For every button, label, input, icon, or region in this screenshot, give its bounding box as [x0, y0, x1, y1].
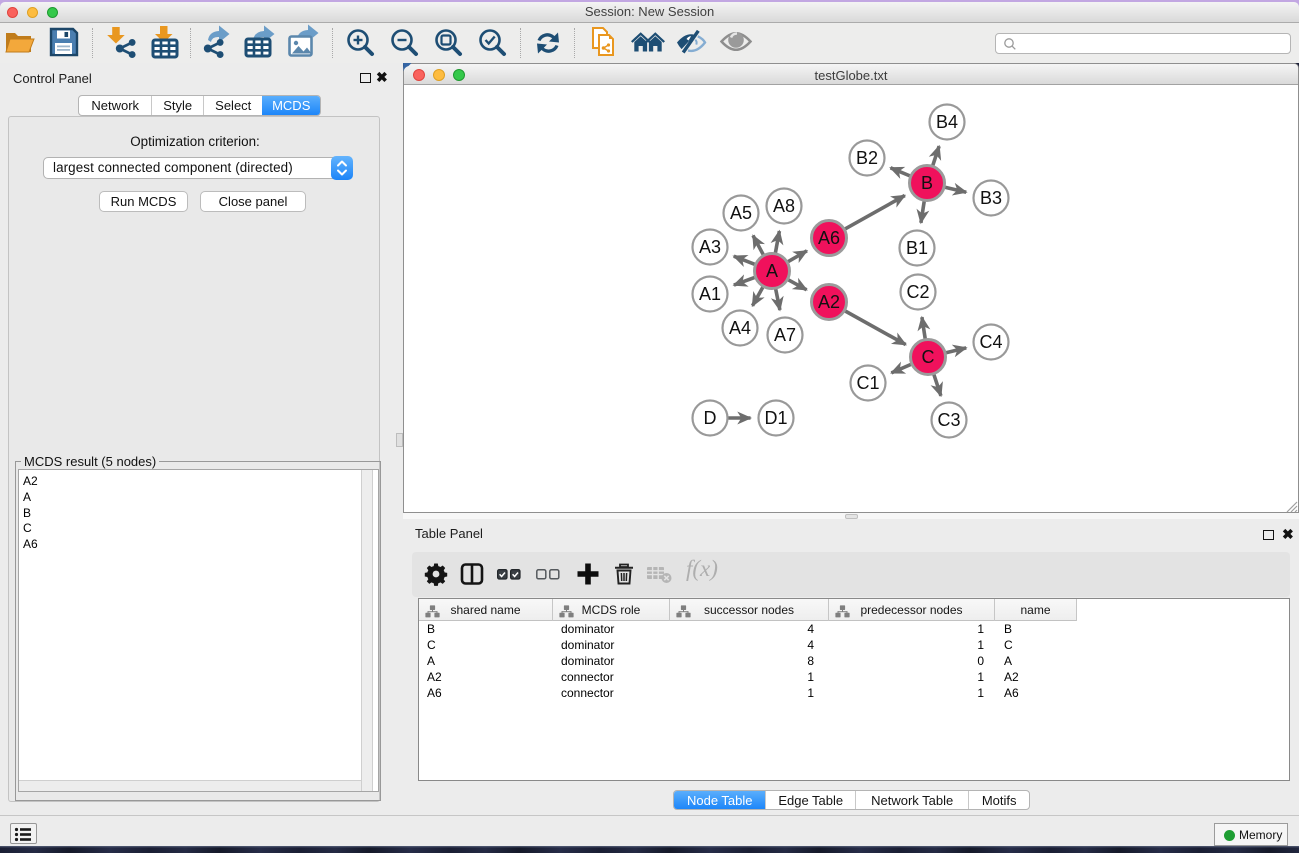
svg-text:C3: C3: [937, 410, 960, 430]
svg-text:B: B: [921, 173, 933, 193]
svg-text:C4: C4: [979, 332, 1002, 352]
svg-text:A4: A4: [729, 318, 751, 338]
svg-text:D1: D1: [764, 408, 787, 428]
svg-text:A5: A5: [730, 203, 752, 223]
svg-text:C1: C1: [856, 373, 879, 393]
svg-text:A6: A6: [818, 228, 840, 248]
svg-text:B3: B3: [980, 188, 1002, 208]
svg-text:A3: A3: [699, 237, 721, 257]
svg-text:B2: B2: [856, 148, 878, 168]
svg-text:C: C: [922, 347, 935, 367]
svg-text:C2: C2: [906, 282, 929, 302]
svg-text:A2: A2: [818, 292, 840, 312]
svg-text:B4: B4: [936, 112, 958, 132]
svg-text:D: D: [704, 408, 717, 428]
svg-text:A: A: [766, 261, 778, 281]
svg-text:A7: A7: [774, 325, 796, 345]
svg-text:A1: A1: [699, 284, 721, 304]
svg-text:B1: B1: [906, 238, 928, 258]
svg-text:A8: A8: [773, 196, 795, 216]
